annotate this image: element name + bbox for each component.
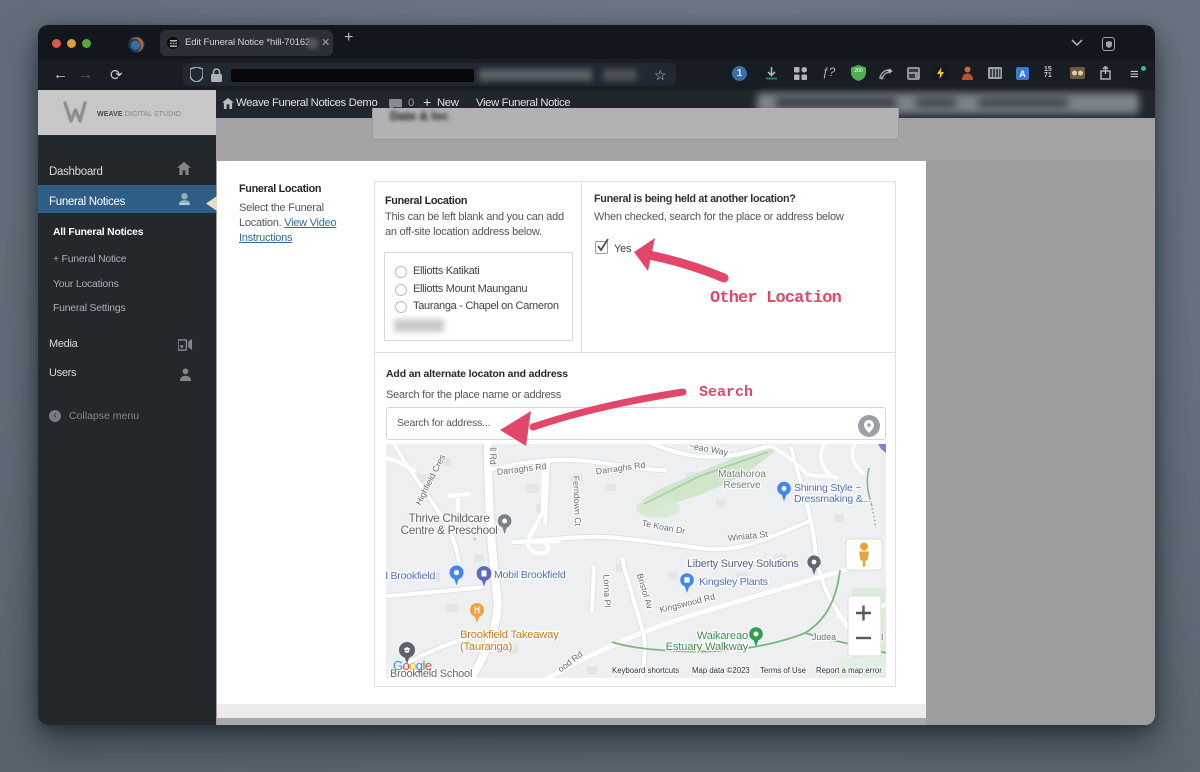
svg-text:200: 200 xyxy=(854,68,863,74)
svg-text:Lorna Pl: Lorna Pl xyxy=(601,574,612,607)
svg-text:Terms of Use: Terms of Use xyxy=(760,666,806,675)
svg-text:(Tauranga): (Tauranga) xyxy=(460,641,513,653)
svg-text:Liberty Survey Solutions: Liberty Survey Solutions xyxy=(687,558,799,570)
svg-text:Reserve: Reserve xyxy=(723,480,761,491)
svg-text:Estuary Walkway: Estuary Walkway xyxy=(666,641,749,653)
svg-text:Kingsley Plants: Kingsley Plants xyxy=(699,576,768,588)
svg-text:Matahoroa: Matahoroa xyxy=(718,469,766,480)
svg-text:Google: Google xyxy=(393,658,432,673)
svg-text:A: A xyxy=(1019,69,1026,79)
svg-text:Report a map error: Report a map error xyxy=(816,666,882,675)
svg-text:Judea: Judea xyxy=(812,632,836,642)
svg-text:Centre & Preschool: Centre & Preschool xyxy=(401,523,498,537)
svg-text:Mobil Brookfield: Mobil Brookfield xyxy=(494,569,566,581)
svg-text:Dressmaking &...: Dressmaking &... xyxy=(794,493,871,505)
svg-text:Keyboard shortcuts: Keyboard shortcuts xyxy=(612,666,679,675)
svg-text:ld Brookfield: ld Brookfield xyxy=(386,570,436,582)
svg-text:ll Rd: ll Rd xyxy=(488,447,498,465)
svg-text:Ferndown Ct: Ferndown Ct xyxy=(571,476,583,527)
svg-text:Map data ©2023: Map data ©2023 xyxy=(692,666,750,675)
svg-text:Brookfield Takeaway: Brookfield Takeaway xyxy=(460,629,559,641)
